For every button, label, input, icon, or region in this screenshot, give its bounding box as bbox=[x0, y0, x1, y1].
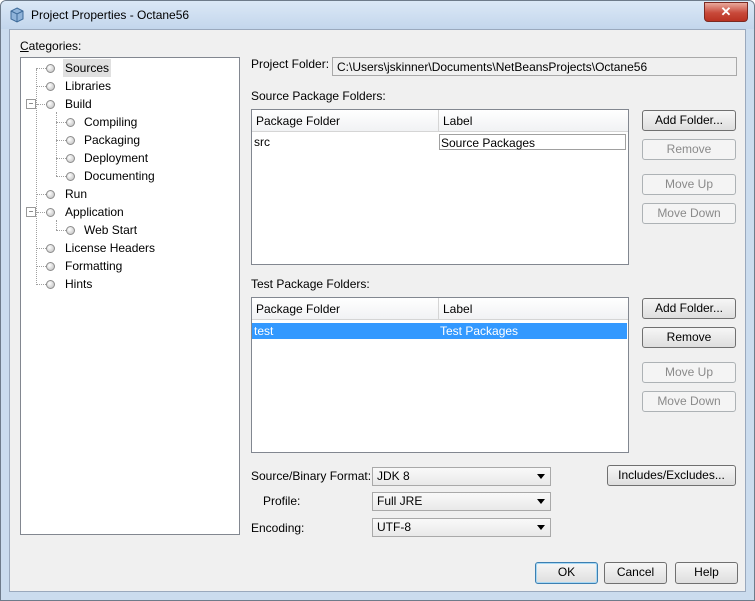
chevron-down-icon bbox=[537, 525, 545, 530]
categories-label-rest: ategories: bbox=[28, 39, 82, 53]
source-package-table[interactable]: Package Folder Label src Source Packages bbox=[251, 109, 629, 265]
collapse-toggle-icon[interactable]: − bbox=[26, 207, 36, 217]
test-move-down-button[interactable]: Move Down bbox=[642, 391, 736, 412]
source-package-folders-label: Source Package Folders: bbox=[251, 89, 386, 103]
node-icon bbox=[46, 190, 55, 199]
test-remove-button[interactable]: Remove bbox=[642, 327, 736, 348]
dialog-body: Categories: Sources Libraries − Build Co… bbox=[9, 29, 746, 592]
chevron-down-icon bbox=[537, 474, 545, 479]
categories-label: Categories: bbox=[20, 39, 82, 53]
node-icon bbox=[46, 244, 55, 253]
tree-item-label: Packaging bbox=[84, 133, 141, 147]
table-cell-folder[interactable]: src bbox=[253, 134, 438, 150]
tree-item-label: Hints bbox=[65, 277, 93, 291]
source-add-folder-button[interactable]: Add Folder... bbox=[642, 110, 736, 131]
collapse-toggle-icon[interactable]: − bbox=[26, 99, 36, 109]
table-cell-label[interactable]: Test Packages bbox=[439, 323, 626, 339]
encoding-label: Encoding: bbox=[251, 521, 305, 535]
profile-value: Full JRE bbox=[377, 494, 423, 508]
tree-item-label: Build bbox=[65, 97, 92, 111]
project-cube-icon bbox=[10, 7, 24, 23]
tree-item-label: Compiling bbox=[84, 115, 138, 129]
tree-item-label: Sources bbox=[63, 59, 112, 77]
tree-line bbox=[36, 69, 37, 285]
table-cell-folder[interactable]: test bbox=[253, 323, 438, 339]
node-icon bbox=[66, 118, 75, 127]
profile-label: Profile: bbox=[263, 494, 301, 508]
profile-select[interactable]: Full JRE bbox=[372, 492, 551, 511]
ok-button[interactable]: OK bbox=[535, 562, 598, 584]
node-icon bbox=[46, 82, 55, 91]
tree-item-label: Documenting bbox=[84, 169, 155, 183]
encoding-value: UTF-8 bbox=[377, 520, 411, 534]
cancel-button[interactable]: Cancel bbox=[604, 562, 667, 584]
close-button[interactable]: ✕ bbox=[704, 2, 748, 22]
source-move-down-button[interactable]: Move Down bbox=[642, 203, 736, 224]
source-binary-format-label: Source/Binary Format: bbox=[251, 469, 372, 483]
includes-excludes-button[interactable]: Includes/Excludes... bbox=[607, 465, 736, 486]
tree-item-label: Libraries bbox=[65, 79, 112, 93]
node-icon bbox=[66, 154, 75, 163]
source-move-up-button[interactable]: Move Up bbox=[642, 174, 736, 195]
test-move-up-button[interactable]: Move Up bbox=[642, 362, 736, 383]
test-package-folders-label: Test Package Folders: bbox=[251, 277, 370, 291]
node-icon bbox=[46, 208, 55, 217]
tree-item-label: Web Start bbox=[84, 223, 138, 237]
tree-item-label: Application bbox=[65, 205, 124, 219]
project-folder-label: Project Folder: bbox=[251, 57, 330, 71]
tree-item-label: Run bbox=[65, 187, 88, 201]
node-icon bbox=[66, 136, 75, 145]
column-header-package-folder[interactable]: Package Folder bbox=[252, 298, 439, 320]
chevron-down-icon bbox=[537, 499, 545, 504]
node-icon bbox=[66, 226, 75, 235]
tree-item-label: Deployment bbox=[84, 151, 149, 165]
node-icon bbox=[46, 64, 55, 73]
encoding-select[interactable]: UTF-8 bbox=[372, 518, 551, 537]
column-header-label[interactable]: Label bbox=[439, 110, 628, 132]
test-add-folder-button[interactable]: Add Folder... bbox=[642, 298, 736, 319]
project-properties-window: Project Properties - Octane56 ✕ Categori… bbox=[0, 0, 755, 601]
node-icon bbox=[46, 280, 55, 289]
column-header-package-folder[interactable]: Package Folder bbox=[252, 110, 439, 132]
node-icon bbox=[46, 262, 55, 271]
tree-item-label: Formatting bbox=[65, 259, 123, 273]
help-button[interactable]: Help bbox=[675, 562, 738, 584]
source-binary-format-value: JDK 8 bbox=[377, 469, 410, 483]
close-icon: ✕ bbox=[720, 4, 732, 19]
tree-item-sources[interactable]: Sources bbox=[21, 59, 237, 77]
project-folder-field[interactable]: C:\Users\jskinner\Documents\NetBeansProj… bbox=[332, 57, 737, 76]
test-package-table[interactable]: Package Folder Label test Test Packages bbox=[251, 297, 629, 453]
categories-tree[interactable]: Sources Libraries − Build Compiling Pack… bbox=[20, 57, 240, 535]
source-remove-button[interactable]: Remove bbox=[642, 139, 736, 160]
column-header-label[interactable]: Label bbox=[439, 298, 628, 320]
node-icon bbox=[66, 172, 75, 181]
window-title: Project Properties - Octane56 bbox=[31, 8, 190, 22]
tree-item-label: License Headers bbox=[65, 241, 156, 255]
title-bar[interactable]: Project Properties - Octane56 ✕ bbox=[1, 1, 754, 29]
tree-line bbox=[56, 220, 57, 230]
source-binary-format-select[interactable]: JDK 8 bbox=[372, 467, 551, 486]
node-icon bbox=[46, 100, 55, 109]
table-cell-label[interactable]: Source Packages bbox=[439, 134, 626, 150]
